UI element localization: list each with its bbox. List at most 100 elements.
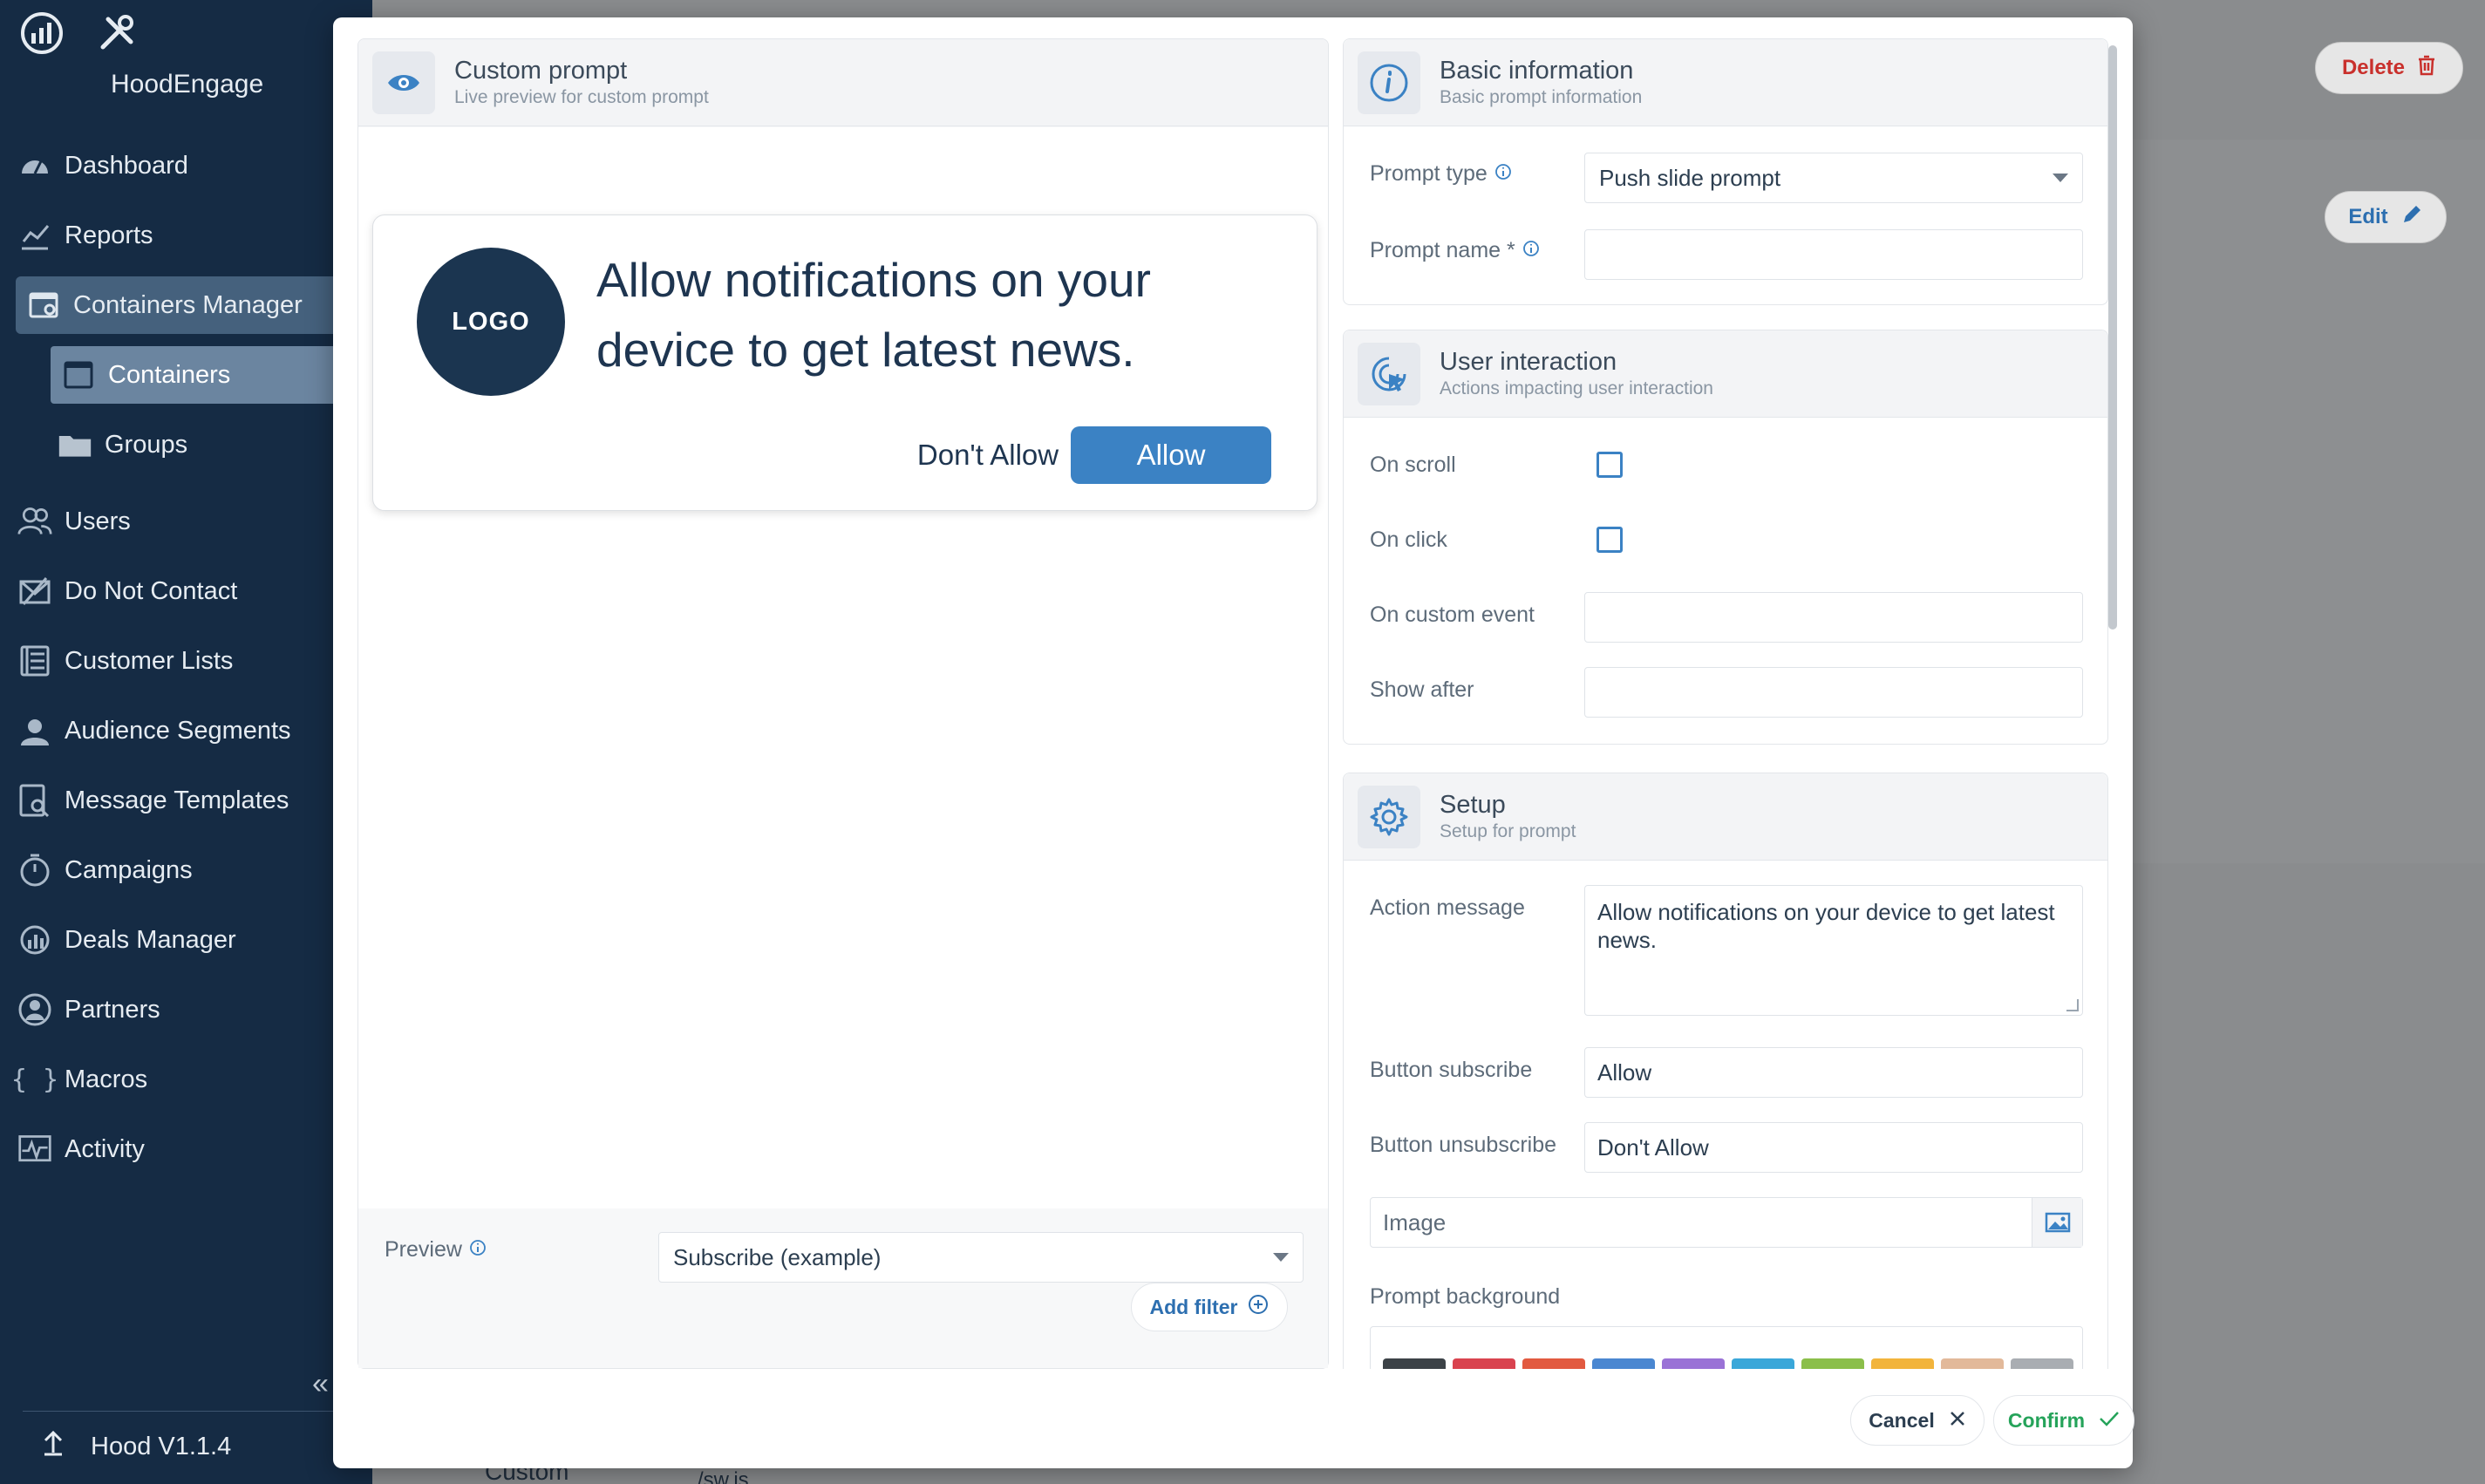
delete-button[interactable]: Delete: [2315, 42, 2463, 94]
sidebar-item-audience-segments[interactable]: Audience Segments: [17, 702, 291, 759]
info-icon[interactable]: [1494, 161, 1512, 187]
version-label: Hood V1.1.4: [91, 1432, 232, 1460]
sidebar-item-label: Dashboard: [65, 151, 188, 180]
modal-body: Custom prompt Live preview for custom pr…: [357, 38, 2117, 1390]
custom-prompt-panel: Custom prompt Live preview for custom pr…: [357, 38, 1329, 1369]
color-swatch[interactable]: [1662, 1358, 1725, 1369]
add-filter-label: Add filter: [1149, 1295, 1238, 1318]
sidebar-item-label: Reports: [65, 221, 153, 249]
add-filter-button[interactable]: Add filter: [1131, 1283, 1288, 1331]
section-subtitle: Setup for prompt: [1440, 821, 1576, 841]
dont-allow-button[interactable]: Don't Allow: [879, 426, 1097, 484]
edit-button[interactable]: Edit: [2325, 191, 2447, 243]
sidebar-item-partners[interactable]: Partners: [17, 981, 160, 1038]
setup-header: Setup Setup for prompt: [1344, 773, 2107, 861]
image-input[interactable]: Image: [1370, 1197, 2083, 1248]
prompt-name-label: Prompt name *: [1370, 238, 1540, 263]
on-click-checkbox[interactable]: [1597, 527, 1623, 553]
preview-select-value: Subscribe (example): [673, 1243, 882, 1270]
stopwatch-icon: [17, 853, 52, 888]
action-message-value: Allow notifications on your device to ge…: [1597, 899, 2055, 953]
sidebar-item-containers-manager[interactable]: Containers Manager ⌃: [16, 276, 364, 334]
color-swatch[interactable]: [1801, 1358, 1864, 1369]
sidebar-item-reports[interactable]: Reports ⌄: [17, 207, 366, 264]
sidebar-item-label: Campaigns: [65, 855, 193, 884]
container-icon: [61, 357, 96, 392]
setup-card: Setup Setup for prompt Action message Al…: [1343, 773, 2108, 1369]
cancel-button[interactable]: Cancel: [1850, 1395, 1985, 1446]
action-message-textarea[interactable]: Allow notifications on your device to ge…: [1584, 885, 2083, 1016]
on-scroll-checkbox[interactable]: [1597, 452, 1623, 478]
sidebar-item-deals-manager[interactable]: Deals Manager ⌄: [17, 911, 366, 969]
user-interaction-card: User interaction Actions impacting user …: [1343, 330, 2108, 745]
sidebar-item-containers[interactable]: Containers: [51, 346, 364, 404]
sidebar-item-campaigns[interactable]: Campaigns: [17, 841, 193, 899]
button-subscribe-label: Button subscribe: [1370, 1058, 1533, 1082]
confirm-button[interactable]: Confirm: [1993, 1395, 2134, 1446]
cancel-label: Cancel: [1869, 1408, 1935, 1432]
basic-information-card: Basic information Basic prompt informati…: [1343, 38, 2108, 305]
info-circle-icon: [1358, 51, 1420, 114]
sidebar-item-groups[interactable]: Groups: [58, 416, 187, 473]
info-icon[interactable]: [469, 1237, 487, 1263]
sidebar-item-macros[interactable]: { } Macros: [11, 1051, 147, 1108]
color-swatch[interactable]: [1383, 1358, 1446, 1369]
list-icon: [17, 643, 52, 678]
containers-manager-icon: [26, 288, 61, 323]
sidebar-item-customer-lists[interactable]: Customer Lists: [17, 632, 233, 690]
sidebar-item-activity[interactable]: Activity: [17, 1120, 145, 1178]
color-swatch[interactable]: [1453, 1358, 1515, 1369]
prompt-type-select[interactable]: Push slide prompt: [1584, 153, 2083, 203]
gear-icon: [1358, 785, 1420, 848]
info-icon[interactable]: [1522, 238, 1540, 263]
sidebar: HoodEngage Dashboard Reports ⌄ Container…: [0, 0, 372, 1484]
sidebar-item-dashboard[interactable]: Dashboard: [17, 137, 188, 194]
color-swatch[interactable]: [2011, 1358, 2073, 1369]
preview-area: LOGO Allow notifications on your device …: [358, 127, 1328, 1208]
sidebar-item-do-not-contact[interactable]: Do Not Contact: [17, 562, 237, 620]
version-info[interactable]: Hood V1.1.4: [42, 1430, 231, 1463]
sidebar-item-label: Message Templates: [65, 786, 289, 814]
color-swatch[interactable]: [1871, 1358, 1934, 1369]
sidebar-item-users[interactable]: Users: [17, 493, 131, 550]
custom-prompt-header: Custom prompt Live preview for custom pr…: [358, 39, 1328, 126]
caret-down-icon: [2053, 174, 2068, 182]
image-picker-icon[interactable]: [2032, 1198, 2082, 1247]
users-icon: [17, 504, 52, 539]
button-unsubscribe-input[interactable]: Don't Allow: [1584, 1122, 2083, 1173]
dashboard-icon: [17, 148, 52, 183]
plus-circle-icon: [1248, 1294, 1269, 1320]
preview-select[interactable]: Subscribe (example): [658, 1232, 1304, 1283]
prompt-type-value: Push slide prompt: [1599, 164, 1781, 191]
color-swatch[interactable]: [1732, 1358, 1794, 1369]
prompt-type-label-text: Prompt type: [1370, 161, 1488, 186]
delete-label: Delete: [2341, 56, 2406, 79]
prompt-name-label-text: Prompt name *: [1370, 238, 1515, 262]
section-title: User interaction: [1440, 348, 1617, 376]
show-after-input[interactable]: [1584, 667, 2083, 718]
tools-icon[interactable]: [96, 12, 138, 58]
hood-logo-icon[interactable]: [19, 10, 65, 60]
color-swatch[interactable]: [1522, 1358, 1585, 1369]
prompt-background-label: Prompt background: [1370, 1284, 1561, 1309]
settings-scrollbar[interactable]: [2108, 45, 2117, 630]
allow-button[interactable]: Allow: [1071, 426, 1271, 484]
color-swatch[interactable]: [1941, 1358, 2004, 1369]
resize-handle-icon[interactable]: [2066, 999, 2079, 1011]
preview-controls: Preview Subscribe (example) Add filter: [358, 1209, 1328, 1368]
sidebar-item-label: Users: [65, 507, 131, 535]
button-subscribe-input[interactable]: Allow: [1584, 1047, 2083, 1098]
button-unsubscribe-label: Button unsubscribe: [1370, 1133, 1557, 1157]
template-search-icon: [17, 783, 52, 818]
sidebar-divider: [23, 1411, 337, 1412]
color-swatch[interactable]: [1592, 1358, 1655, 1369]
background-row-path: /sw.js: [698, 1468, 749, 1484]
deals-icon: [17, 922, 52, 957]
on-custom-event-input[interactable]: [1584, 592, 2083, 643]
prompt-name-input[interactable]: [1584, 229, 2083, 280]
sidebar-item-label: Audience Segments: [65, 716, 291, 745]
sidebar-item-label: Customer Lists: [65, 646, 234, 675]
partner-icon: [17, 992, 52, 1027]
sidebar-item-message-templates[interactable]: Message Templates: [17, 772, 289, 829]
collapse-sidebar-icon[interactable]: «: [312, 1367, 329, 1401]
